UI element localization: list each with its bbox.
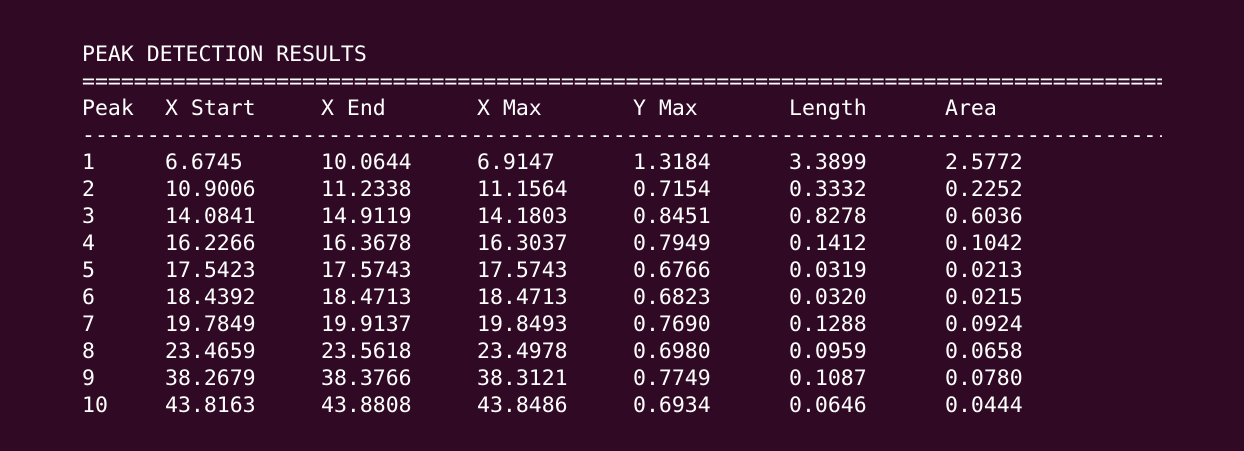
table-row: 5 17.5423 17.5743 17.5743 0.6766 0.0319 … [0,257,1200,284]
cell-area: 0.0213 [945,258,1023,283]
table-row: 1 6.6745 10.0644 6.9147 1.3184 3.3899 2.… [0,149,1200,176]
cell-x-max: 16.3037 [477,231,568,256]
cell-x-end: 18.4713 [321,285,412,310]
cell-peak: 8 [82,339,95,364]
cell-peak: 7 [82,312,95,337]
cell-x-max: 6.9147 [477,150,555,175]
table-row: 9 38.2679 38.3766 38.3121 0.7749 0.1087 … [0,365,1200,392]
cell-length: 0.0320 [789,285,867,310]
cell-x-start: 17.5423 [165,258,256,283]
cell-x-start: 23.4659 [165,339,256,364]
cell-x-start: 38.2679 [165,366,256,391]
table-header-row: Peak X Start X End X Max Y Max Length Ar… [0,95,1200,122]
cell-x-end: 17.5743 [321,258,412,283]
cell-x-max: 19.8493 [477,312,568,337]
cell-x-start: 10.9006 [165,177,256,202]
table-row: 6 18.4392 18.4713 18.4713 0.6823 0.0320 … [0,284,1200,311]
cell-length: 0.0646 [789,393,867,418]
cell-area: 0.0658 [945,339,1023,364]
column-header-x-max: X Max [477,96,542,121]
cell-peak: 2 [82,177,95,202]
cell-x-end: 14.9119 [321,204,412,229]
column-header-length: Length [789,96,867,121]
cell-x-end: 19.9137 [321,312,412,337]
cell-peak: 9 [82,366,95,391]
cell-length: 0.0959 [789,339,867,364]
cell-length: 0.3332 [789,177,867,202]
cell-length: 3.3899 [789,150,867,175]
cell-peak: 6 [82,285,95,310]
cell-y-max: 0.8451 [633,204,711,229]
cell-x-end: 23.5618 [321,339,412,364]
cell-peak: 3 [82,204,95,229]
table-row: 3 14.0841 14.9119 14.1803 0.8451 0.8278 … [0,203,1200,230]
cell-x-max: 18.4713 [477,285,568,310]
results-title: PEAK DETECTION RESULTS [82,42,367,67]
table-row: 8 23.4659 23.5618 23.4978 0.6980 0.0959 … [0,338,1200,365]
cell-peak: 1 [82,150,95,175]
cell-x-max: 11.1564 [477,177,568,202]
column-header-x-start: X Start [165,96,256,121]
cell-area: 0.1042 [945,231,1023,256]
cell-x-end: 11.2338 [321,177,412,202]
cell-length: 0.1087 [789,366,867,391]
cell-area: 0.0780 [945,366,1023,391]
double-rule: ========================================… [82,69,1162,94]
cell-y-max: 0.7949 [633,231,711,256]
cell-length: 0.0319 [789,258,867,283]
cell-peak: 4 [82,231,95,256]
single-rule: ----------------------------------------… [82,123,1162,148]
cell-y-max: 0.7690 [633,312,711,337]
cell-x-max: 14.1803 [477,204,568,229]
cell-peak: 10 [82,393,108,418]
cell-area: 0.2252 [945,177,1023,202]
cell-area: 0.0215 [945,285,1023,310]
table-row: 7 19.7849 19.9137 19.8493 0.7690 0.1288 … [0,311,1200,338]
column-header-area: Area [945,96,997,121]
terminal-window[interactable]: PEAK DETECTION RESULTS =================… [0,0,1244,451]
cell-x-start: 6.6745 [165,150,243,175]
cell-x-max: 38.3121 [477,366,568,391]
table-row: 2 10.9006 11.2338 11.1564 0.7154 0.3332 … [0,176,1200,203]
cell-length: 0.1412 [789,231,867,256]
column-header-y-max: Y Max [633,96,698,121]
cell-area: 2.5772 [945,150,1023,175]
cell-x-end: 38.3766 [321,366,412,391]
cell-y-max: 0.7749 [633,366,711,391]
cell-x-max: 43.8486 [477,393,568,418]
cell-x-start: 18.4392 [165,285,256,310]
cell-x-start: 14.0841 [165,204,256,229]
cell-peak: 5 [82,258,95,283]
cell-x-start: 43.8163 [165,393,256,418]
cell-area: 0.6036 [945,204,1023,229]
cell-length: 0.8278 [789,204,867,229]
column-header-x-end: X End [321,96,386,121]
cell-area: 0.0444 [945,393,1023,418]
cell-x-start: 19.7849 [165,312,256,337]
cell-y-max: 0.7154 [633,177,711,202]
table-row: 10 43.8163 43.8808 43.8486 0.6934 0.0646… [0,392,1200,419]
column-header-peak: Peak [82,96,134,121]
cell-y-max: 0.6766 [633,258,711,283]
cell-x-max: 17.5743 [477,258,568,283]
cell-y-max: 0.6934 [633,393,711,418]
cell-length: 0.1288 [789,312,867,337]
cell-y-max: 0.6823 [633,285,711,310]
cell-x-end: 16.3678 [321,231,412,256]
cell-x-start: 16.2266 [165,231,256,256]
cell-x-max: 23.4978 [477,339,568,364]
table-row: 4 16.2266 16.3678 16.3037 0.7949 0.1412 … [0,230,1200,257]
cell-y-max: 0.6980 [633,339,711,364]
cell-x-end: 10.0644 [321,150,412,175]
cell-y-max: 1.3184 [633,150,711,175]
cell-x-end: 43.8808 [321,393,412,418]
cell-area: 0.0924 [945,312,1023,337]
